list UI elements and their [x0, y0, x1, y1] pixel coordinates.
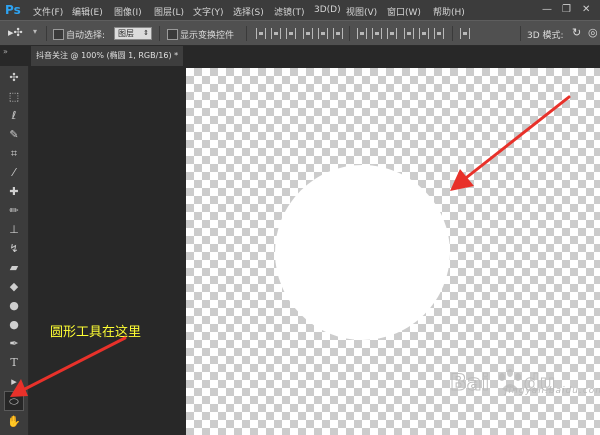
bucket-tool-icon[interactable]: ◆ — [4, 277, 24, 297]
path-select-tool-icon[interactable]: ▸ — [4, 372, 24, 392]
layer-select-value: 图层 — [118, 29, 134, 38]
auto-select-checkbox[interactable] — [53, 29, 64, 40]
marquee-tool-icon[interactable]: ⬚ — [4, 87, 24, 107]
menu-image[interactable]: 图像(I) — [114, 5, 142, 18]
crop-tool-icon[interactable]: ⌗ — [4, 144, 24, 164]
menu-select[interactable]: 选择(S) — [233, 5, 264, 18]
quick-select-tool-icon[interactable]: ✎ — [4, 125, 24, 145]
menu-view[interactable]: 视图(V) — [346, 5, 377, 18]
auto-align-icon[interactable] — [460, 28, 470, 39]
restore-icon[interactable]: ❐ — [562, 4, 571, 15]
distribute-hcenter-icon[interactable] — [419, 28, 429, 39]
show-transform-label: 显示变换控件 — [180, 31, 235, 41]
blur-tool-icon[interactable]: ● — [4, 296, 24, 316]
menu-file[interactable]: 文件(F) — [33, 5, 63, 18]
auto-select-label: 自动选择: — [66, 31, 106, 41]
type-tool-icon[interactable]: T — [4, 353, 24, 373]
dodge-tool-icon[interactable]: ● — [4, 315, 24, 335]
panel-collapse-icon[interactable]: » — [3, 47, 8, 56]
3d-mode-label: 3D 模式: — [527, 31, 564, 41]
align-left-icon[interactable] — [303, 28, 313, 39]
stamp-tool-icon[interactable]: ⊥ — [4, 220, 24, 240]
document-tab-bar: » 抖音关注 @ 100% (椭圆 1, RGB/16) * — [0, 46, 600, 66]
menu-help[interactable]: 帮助(H) — [433, 5, 465, 18]
hand-tool-icon[interactable]: ✋ — [4, 412, 24, 432]
document-tab-title: 抖音关注 @ 100% (椭圆 1, RGB/16) * — [36, 51, 179, 60]
menu-edit[interactable]: 编辑(E) — [72, 5, 103, 18]
align-hcenter-icon[interactable] — [318, 28, 328, 39]
chevron-down-icon: ⇕ — [143, 29, 149, 37]
tools-panel: ✣ ⬚ ℓ ✎ ⌗ ⁄ ✚ ✏ ⊥ ↯ ▰ ◆ ● ● ✒ T ▸ ⬭ ✋ — [0, 66, 29, 435]
3d-rotate-icon[interactable]: ↻ — [572, 26, 581, 39]
annotation-text: 圆形工具在这里 — [50, 325, 142, 340]
menu-filter[interactable]: 滤镜(T) — [274, 5, 305, 18]
ellipse-shape[interactable] — [275, 165, 450, 340]
layer-select-dropdown[interactable]: 图层 ⇕ — [114, 27, 152, 40]
watermark-subtext: jingyan.baidu.com — [505, 386, 600, 396]
align-right-icon[interactable] — [333, 28, 343, 39]
align-top-icon[interactable] — [256, 28, 266, 39]
history-brush-tool-icon[interactable]: ↯ — [4, 239, 24, 259]
distribute-vcenter-icon[interactable] — [372, 28, 382, 39]
align-bottom-icon[interactable] — [286, 28, 296, 39]
pen-tool-icon[interactable]: ✒ — [4, 334, 24, 354]
photoshop-logo: Ps — [5, 3, 21, 17]
divider — [246, 26, 247, 41]
move-tool-preset-icon[interactable]: ▸✣ — [8, 26, 23, 39]
distribute-bottom-icon[interactable] — [387, 28, 397, 39]
divider — [520, 26, 521, 41]
document-tab[interactable]: 抖音关注 @ 100% (椭圆 1, RGB/16) * — [31, 46, 183, 66]
3d-roll-icon[interactable]: ◎ — [588, 26, 598, 39]
divider — [349, 26, 350, 41]
preset-dropdown-icon[interactable]: ▾ — [33, 27, 37, 36]
menu-type[interactable]: 文字(Y) — [193, 5, 224, 18]
distribute-left-icon[interactable] — [404, 28, 414, 39]
ellipse-tool-icon[interactable]: ⬭ — [4, 391, 24, 411]
close-icon[interactable]: ✕ — [582, 4, 590, 15]
distribute-right-icon[interactable] — [434, 28, 444, 39]
healing-tool-icon[interactable]: ✚ — [4, 182, 24, 202]
lasso-tool-icon[interactable]: ℓ — [4, 106, 24, 126]
divider — [46, 26, 47, 41]
brush-tool-icon[interactable]: ✏ — [4, 201, 24, 221]
divider — [452, 26, 453, 41]
minimize-icon[interactable]: — — [542, 4, 552, 15]
options-bar: ▸✣ ▾ 自动选择: 图层 ⇕ 显示变换控件 3D 模式: ↻ ◎ — [0, 20, 600, 46]
eyedropper-tool-icon[interactable]: ⁄ — [4, 163, 24, 183]
eraser-tool-icon[interactable]: ▰ — [4, 258, 24, 278]
distribute-top-icon[interactable] — [357, 28, 367, 39]
menu-3d[interactable]: 3D(D) — [314, 5, 341, 15]
align-vcenter-icon[interactable] — [271, 28, 281, 39]
menu-layer[interactable]: 图层(L) — [154, 5, 184, 18]
show-transform-checkbox[interactable] — [167, 29, 178, 40]
divider — [159, 26, 160, 41]
menu-window[interactable]: 窗口(W) — [387, 5, 421, 18]
menu-bar: Ps 文件(F) 编辑(E) 图像(I) 图层(L) 文字(Y) 选择(S) 滤… — [0, 0, 600, 20]
move-tool-icon[interactable]: ✣ — [4, 68, 24, 88]
